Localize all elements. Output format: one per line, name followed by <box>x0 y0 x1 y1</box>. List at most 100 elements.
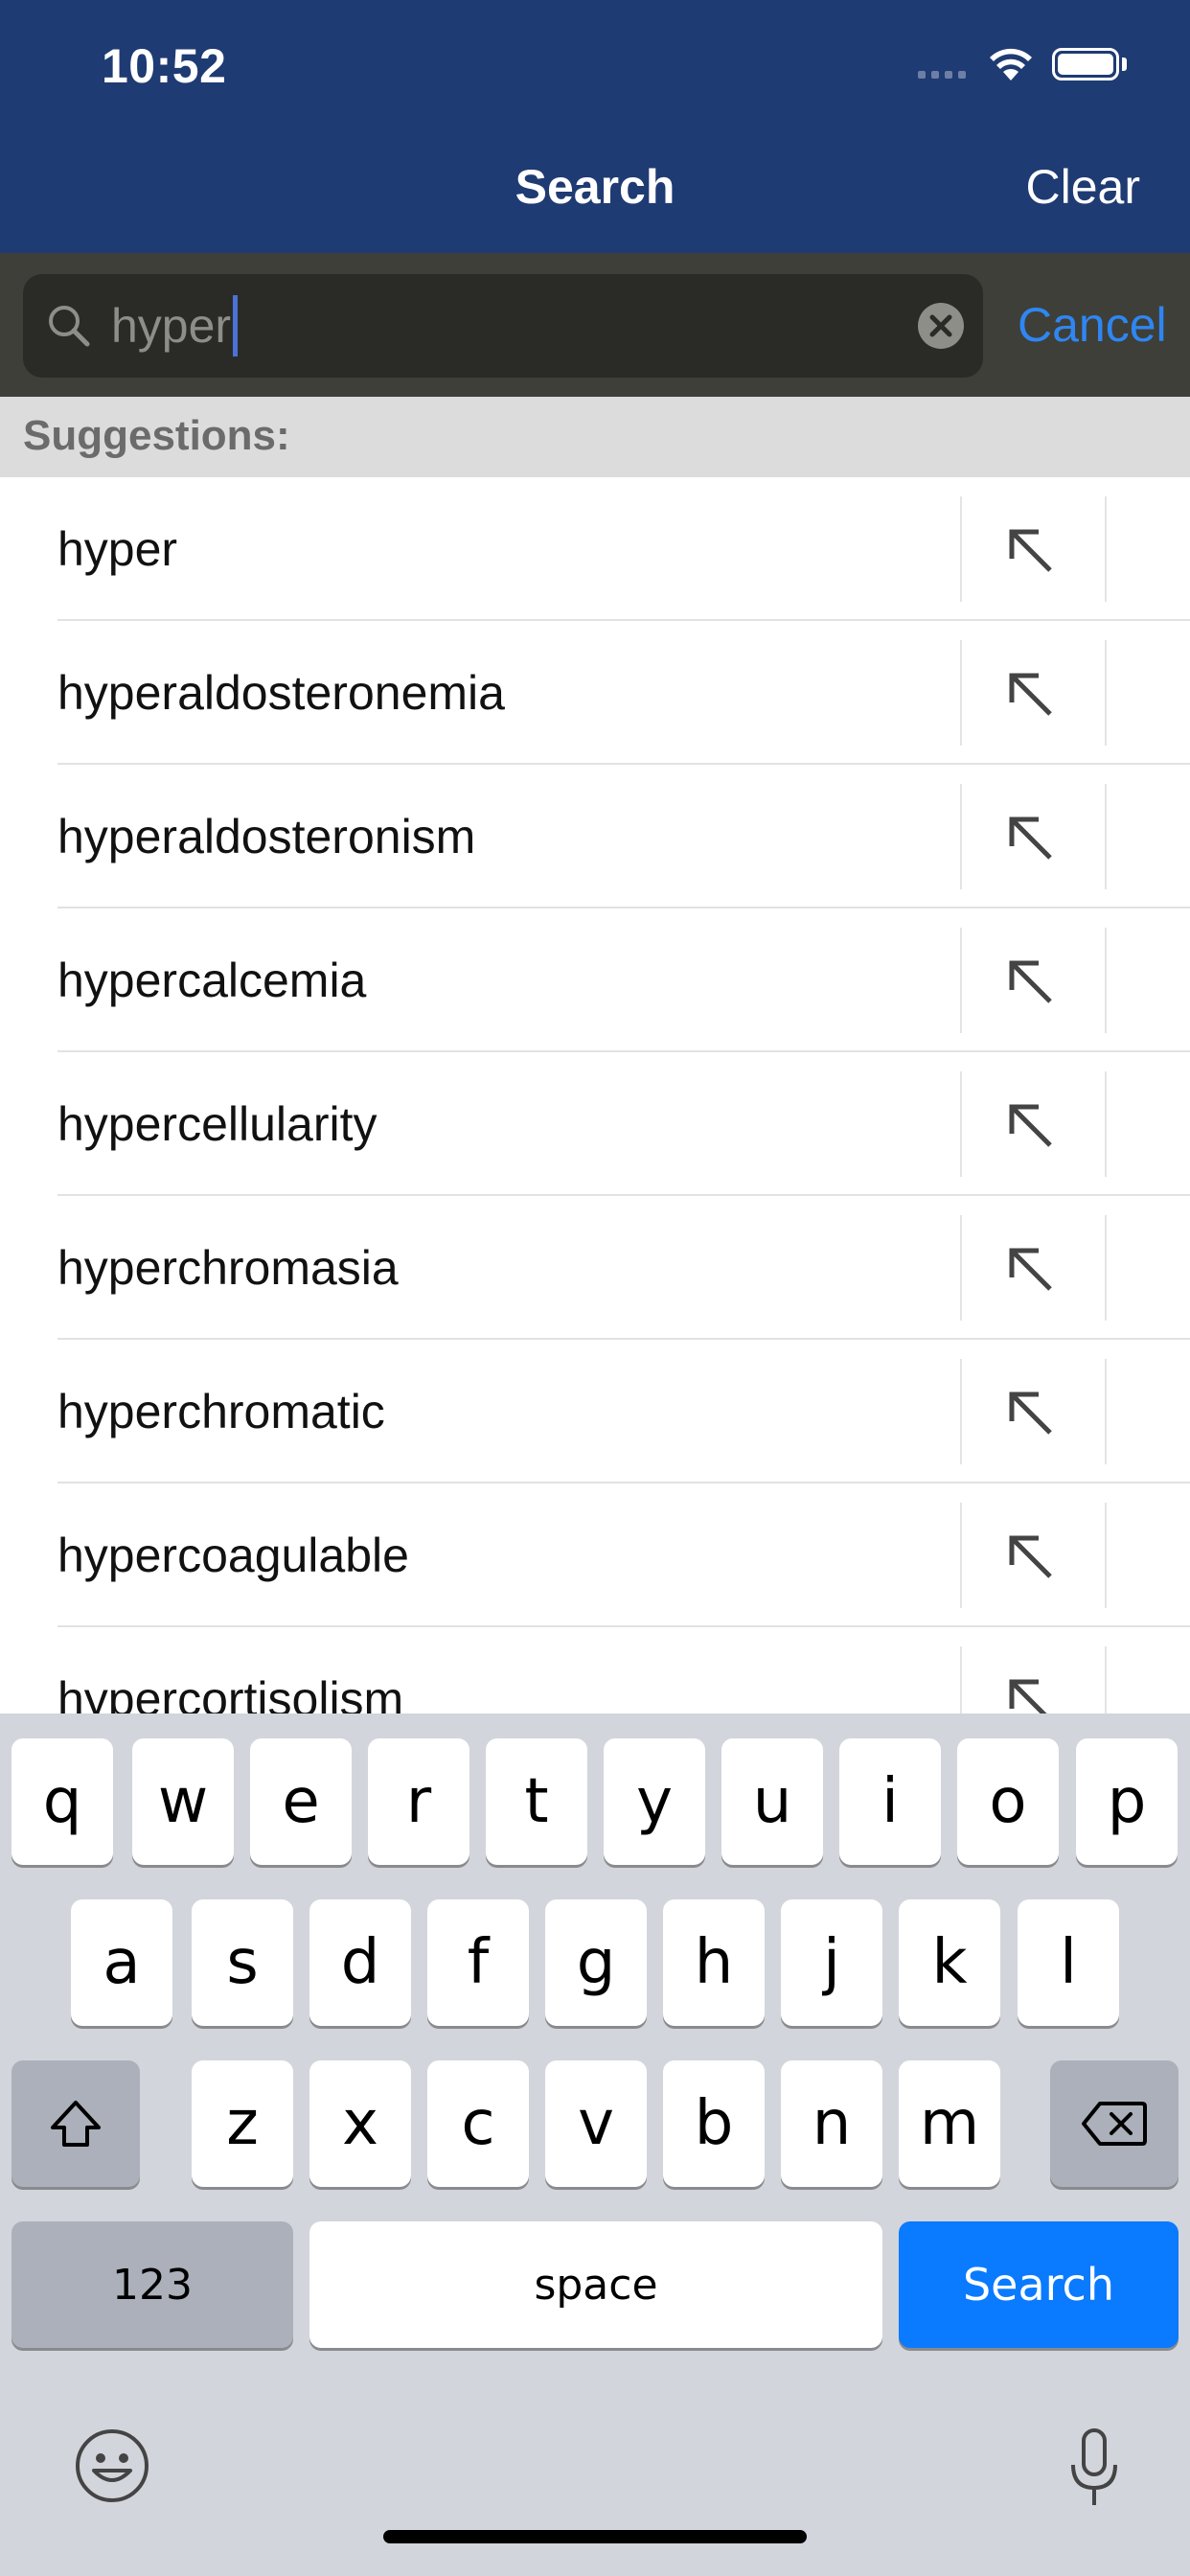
delete-key[interactable] <box>1050 2060 1179 2187</box>
suggestion-label: hypercalcemia <box>57 954 367 1007</box>
cancel-button[interactable]: Cancel <box>1018 297 1167 353</box>
divider <box>1105 928 1107 1033</box>
suggestion-label: hypercoagulable <box>57 1529 409 1582</box>
emoji-icon[interactable] <box>73 2426 151 2505</box>
key-q[interactable]: q <box>11 1738 113 1865</box>
key-l[interactable]: l <box>1018 1899 1119 2026</box>
divider <box>1105 1071 1107 1177</box>
divider <box>1105 1503 1107 1608</box>
numbers-key[interactable]: 123 <box>11 2221 293 2348</box>
shift-icon <box>51 2101 101 2147</box>
divider <box>1105 1646 1107 1714</box>
suggestions-header: Suggestions: <box>0 397 1190 477</box>
search-icon <box>49 306 90 347</box>
suggestions-list: hyper hyperaldosteronemia hyperaldostero… <box>0 477 1190 1714</box>
microphone-icon[interactable] <box>1067 2426 1121 2513</box>
suggestion-label: hyperaldosteronemia <box>57 666 505 720</box>
clear-text-icon[interactable] <box>916 301 966 351</box>
fill-query-arrow-icon[interactable] <box>1002 522 1060 580</box>
key-c[interactable]: c <box>427 2060 529 2187</box>
key-z[interactable]: z <box>192 2060 293 2187</box>
list-item[interactable]: hyperaldosteronism <box>0 765 1190 908</box>
fill-query-arrow-icon[interactable] <box>1002 954 1060 1011</box>
key-u[interactable]: u <box>721 1738 823 1865</box>
suggestion-label: hypercortisolism <box>57 1672 404 1714</box>
list-item[interactable]: hypercoagulable <box>0 1484 1190 1627</box>
list-item[interactable]: hypercellularity <box>0 1052 1190 1196</box>
fill-query-arrow-icon[interactable] <box>1002 1672 1060 1714</box>
divider <box>960 1503 962 1608</box>
fill-query-arrow-icon[interactable] <box>1002 1529 1060 1586</box>
key-a[interactable]: a <box>71 1899 172 2026</box>
fill-query-arrow-icon[interactable] <box>1002 666 1060 724</box>
key-o[interactable]: o <box>957 1738 1059 1865</box>
page-title: Search <box>515 160 675 214</box>
list-item[interactable]: hyper <box>0 477 1190 621</box>
key-t[interactable]: t <box>486 1738 587 1865</box>
key-y[interactable]: y <box>604 1738 705 1865</box>
suggestion-label: hypercellularity <box>57 1097 378 1151</box>
battery-icon <box>1052 48 1119 80</box>
divider <box>1105 640 1107 746</box>
search-input[interactable]: hyper <box>111 293 239 358</box>
divider <box>960 928 962 1033</box>
key-x[interactable]: x <box>309 2060 411 2187</box>
list-item[interactable]: hyperchromatic <box>0 1340 1190 1484</box>
key-n[interactable]: n <box>781 2060 882 2187</box>
text-caret <box>233 295 239 356</box>
divider <box>1105 496 1107 602</box>
key-p[interactable]: p <box>1076 1738 1178 1865</box>
suggestion-label: hyper <box>57 522 178 576</box>
list-item[interactable]: hypercalcemia <box>0 908 1190 1052</box>
divider <box>960 1359 962 1464</box>
key-i[interactable]: i <box>839 1738 941 1865</box>
key-h[interactable]: h <box>663 1899 765 2026</box>
key-v[interactable]: v <box>545 2060 647 2187</box>
list-item[interactable]: hyperaldosteronemia <box>0 621 1190 765</box>
divider <box>1105 1359 1107 1464</box>
list-item[interactable]: hyperchromasia <box>0 1196 1190 1340</box>
key-e[interactable]: e <box>250 1738 352 1865</box>
divider <box>1105 784 1107 889</box>
fill-query-arrow-icon[interactable] <box>1002 1097 1060 1155</box>
suggestion-label: hyperchromatic <box>57 1385 385 1438</box>
key-f[interactable]: f <box>427 1899 529 2026</box>
space-key[interactable]: space <box>309 2221 882 2348</box>
status-time: 10:52 <box>102 39 227 93</box>
key-j[interactable]: j <box>781 1899 882 2026</box>
search-key[interactable]: Search <box>899 2221 1179 2348</box>
navigation-bar: 10:52 Search Clear <box>0 0 1190 253</box>
suggestions-header-label: Suggestions: <box>23 412 290 459</box>
divider <box>960 1646 962 1714</box>
divider <box>960 1215 962 1321</box>
suggestion-label: hyperaldosteronism <box>57 810 476 863</box>
divider <box>960 496 962 602</box>
shift-key[interactable] <box>11 2060 140 2187</box>
key-w[interactable]: w <box>132 1738 234 1865</box>
backspace-icon <box>1082 2102 1147 2146</box>
home-indicator <box>383 2530 807 2543</box>
key-k[interactable]: k <box>899 1899 1000 2026</box>
key-d[interactable]: d <box>309 1899 411 2026</box>
search-query: hyper <box>111 299 232 353</box>
fill-query-arrow-icon[interactable] <box>1002 810 1060 867</box>
key-g[interactable]: g <box>545 1899 647 2026</box>
key-s[interactable]: s <box>192 1899 293 2026</box>
divider <box>960 784 962 889</box>
battery-tip <box>1122 58 1127 71</box>
cellular-signal-icon <box>918 71 966 79</box>
list-item[interactable]: hypercortisolism <box>0 1627 1190 1714</box>
search-field[interactable]: hyper <box>23 274 983 378</box>
key-b[interactable]: b <box>663 2060 765 2187</box>
fill-query-arrow-icon[interactable] <box>1002 1385 1060 1442</box>
wifi-icon <box>990 48 1032 80</box>
key-m[interactable]: m <box>899 2060 1000 2187</box>
divider <box>1105 1215 1107 1321</box>
divider <box>960 1071 962 1177</box>
key-r[interactable]: r <box>368 1738 469 1865</box>
search-bar: hyper Cancel <box>0 253 1190 397</box>
suggestion-label: hyperchromasia <box>57 1241 399 1295</box>
fill-query-arrow-icon[interactable] <box>1002 1241 1060 1299</box>
divider <box>960 640 962 746</box>
clear-button[interactable]: Clear <box>1026 159 1140 215</box>
